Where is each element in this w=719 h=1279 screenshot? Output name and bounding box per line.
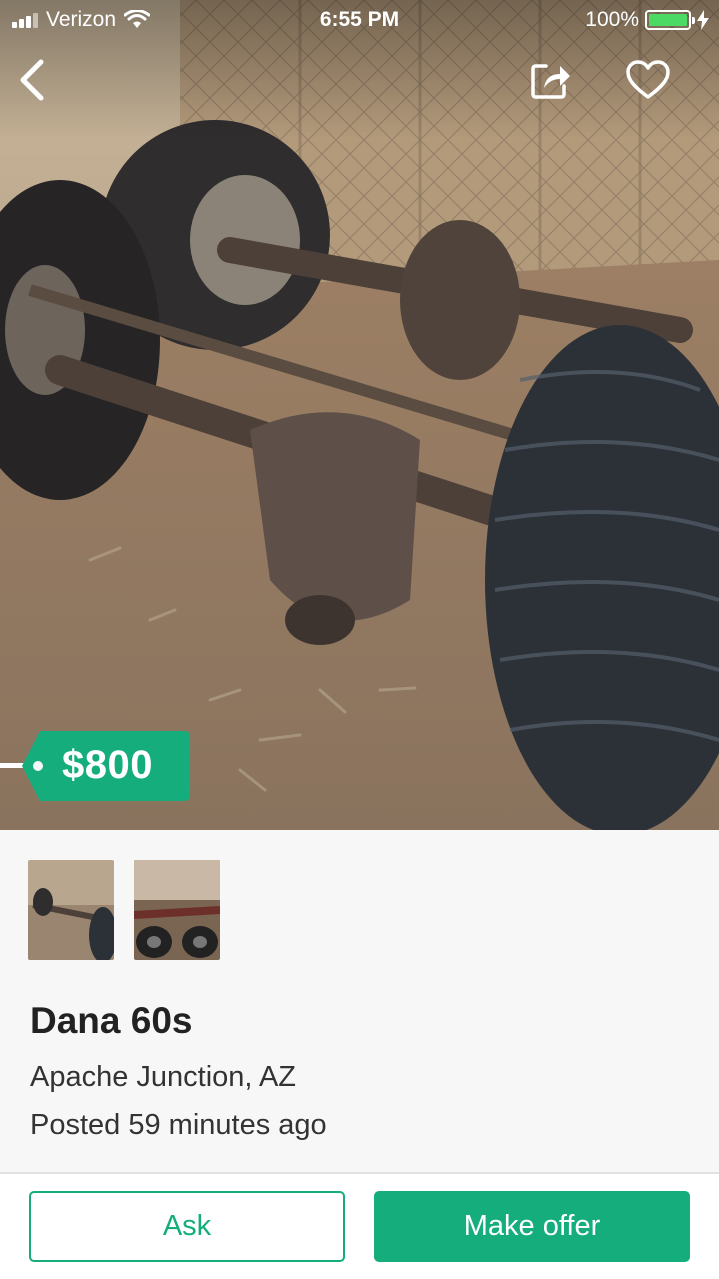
- share-button[interactable]: [526, 56, 574, 104]
- favorite-button[interactable]: [624, 56, 672, 104]
- listing-location[interactable]: Apache Junction, AZ: [30, 1061, 296, 1094]
- thumbnail-2[interactable]: [134, 860, 220, 960]
- charging-bolt-icon: [697, 10, 709, 30]
- heart-icon: [626, 60, 670, 99]
- back-button[interactable]: [8, 56, 56, 104]
- listing-title: Dana 60s: [30, 1000, 193, 1041]
- price-tag: $800: [22, 731, 190, 801]
- posted-time: Posted 59 minutes ago: [30, 1109, 327, 1141]
- thumbnail-1[interactable]: [28, 860, 114, 960]
- listing-photo[interactable]: [0, 0, 719, 830]
- battery-percentage: 100%: [585, 8, 639, 31]
- photo-thumbnails: [28, 860, 220, 960]
- price-label: $800: [62, 743, 153, 787]
- share-icon: [531, 64, 570, 99]
- ask-button[interactable]: Ask: [29, 1191, 345, 1262]
- status-bar: Verizon 6:55 PM 100%: [0, 0, 719, 40]
- battery-icon: [645, 10, 695, 30]
- chevron-left-icon: [20, 59, 44, 101]
- make-offer-button[interactable]: Make offer: [374, 1191, 690, 1262]
